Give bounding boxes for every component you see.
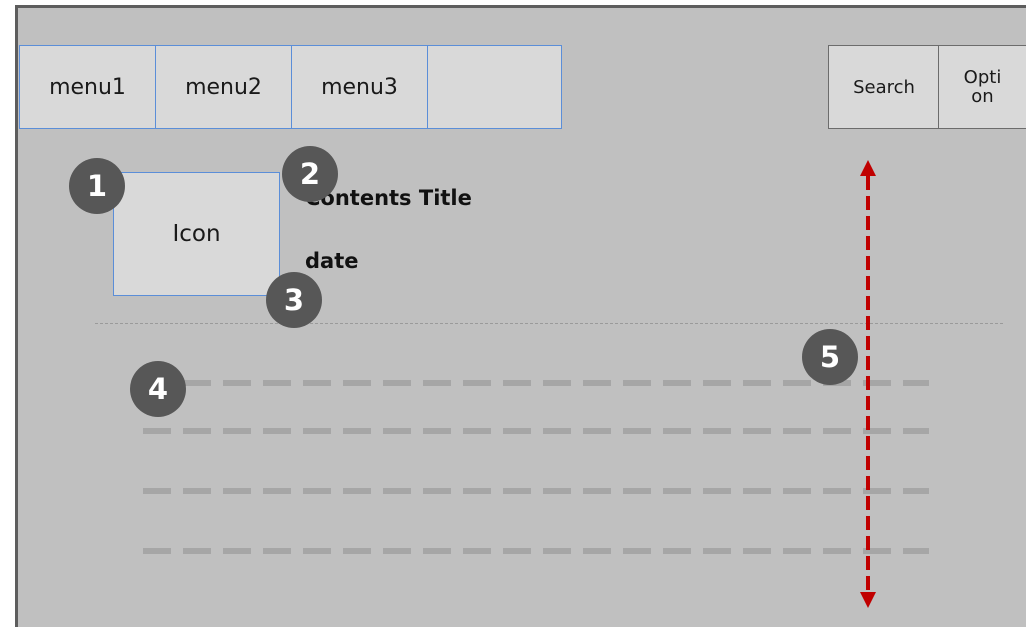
menu-item-4[interactable] [428,46,561,128]
annotation-badge-3: 3 [266,272,322,328]
menu-item-1[interactable]: menu1 [20,46,156,128]
option-button-label: Option [963,67,1002,107]
content-placeholder-line [143,380,929,386]
option-button[interactable]: Option [938,45,1026,129]
menu-item-3[interactable]: menu3 [292,46,428,128]
annotation-badge-5: 5 [802,329,858,385]
annotation-badge-2: 2 [282,146,338,202]
annotation-badge-4: 4 [130,361,186,417]
scroll-arrow-icon [860,160,876,608]
menu-item-2[interactable]: menu2 [156,46,292,128]
content-placeholder-line [143,548,929,554]
content-icon-label: Icon [172,221,221,247]
search-button[interactable]: Search [828,45,940,129]
content-date: date [305,249,359,273]
content-icon[interactable]: Icon [113,172,280,296]
content-placeholder-line [143,488,929,494]
annotation-badge-1: 1 [69,158,125,214]
content-placeholder-line [143,428,929,434]
search-button-label: Search [853,76,915,98]
menu-bar: menu1 menu2 menu3 [19,45,562,129]
